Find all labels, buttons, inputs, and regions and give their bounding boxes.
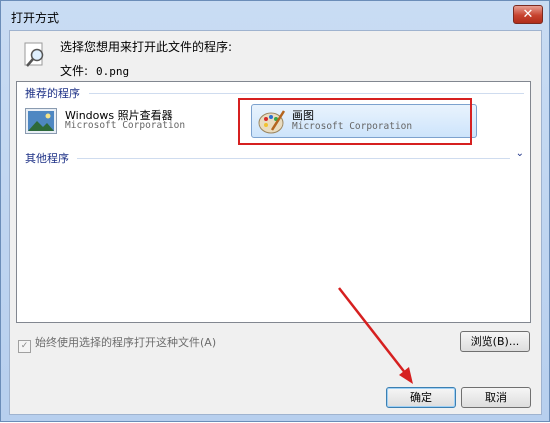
program-item-photo-viewer[interactable]: Windows 照片查看器 Microsoft Corporation: [25, 107, 225, 137]
always-use-option[interactable]: ✓ 始终使用选择的程序打开这种文件(A): [18, 334, 216, 353]
always-use-checkbox[interactable]: ✓: [18, 340, 31, 353]
title-bar[interactable]: 打开方式 ✕: [1, 1, 549, 31]
file-line: 文件: 0.png: [60, 62, 129, 79]
group-header-other[interactable]: 其他程序: [25, 150, 69, 166]
photo-viewer-icon: [25, 108, 57, 134]
annotation-highlight-box: [238, 98, 472, 145]
chevron-down-icon[interactable]: ⌄: [516, 148, 524, 159]
window-title: 打开方式: [11, 11, 60, 25]
program-company: Microsoft Corporation: [65, 120, 186, 131]
group-divider: [89, 93, 524, 94]
file-label: 文件:: [60, 64, 89, 78]
always-use-label: 始终使用选择的程序打开这种文件(A): [35, 336, 217, 349]
instruction-text: 选择您想用来打开此文件的程序:: [60, 40, 233, 54]
ok-button[interactable]: 确定: [386, 387, 456, 408]
close-button[interactable]: ✕: [513, 5, 543, 24]
open-with-dialog: 打开方式 ✕ 选择您想用来打开此文件的程序: 文件: 0.png 推荐的程序 Wi…: [0, 0, 550, 422]
browse-button[interactable]: 浏览(B)...: [460, 331, 530, 352]
dialog-body: 选择您想用来打开此文件的程序: 文件: 0.png 推荐的程序 Windows 照…: [9, 30, 542, 415]
file-name: 0.png: [96, 65, 130, 78]
magnifier-document-icon: [24, 42, 44, 67]
group-header-recommended[interactable]: 推荐的程序: [25, 85, 80, 101]
group-divider: [77, 158, 510, 159]
cancel-button[interactable]: 取消: [461, 387, 531, 408]
